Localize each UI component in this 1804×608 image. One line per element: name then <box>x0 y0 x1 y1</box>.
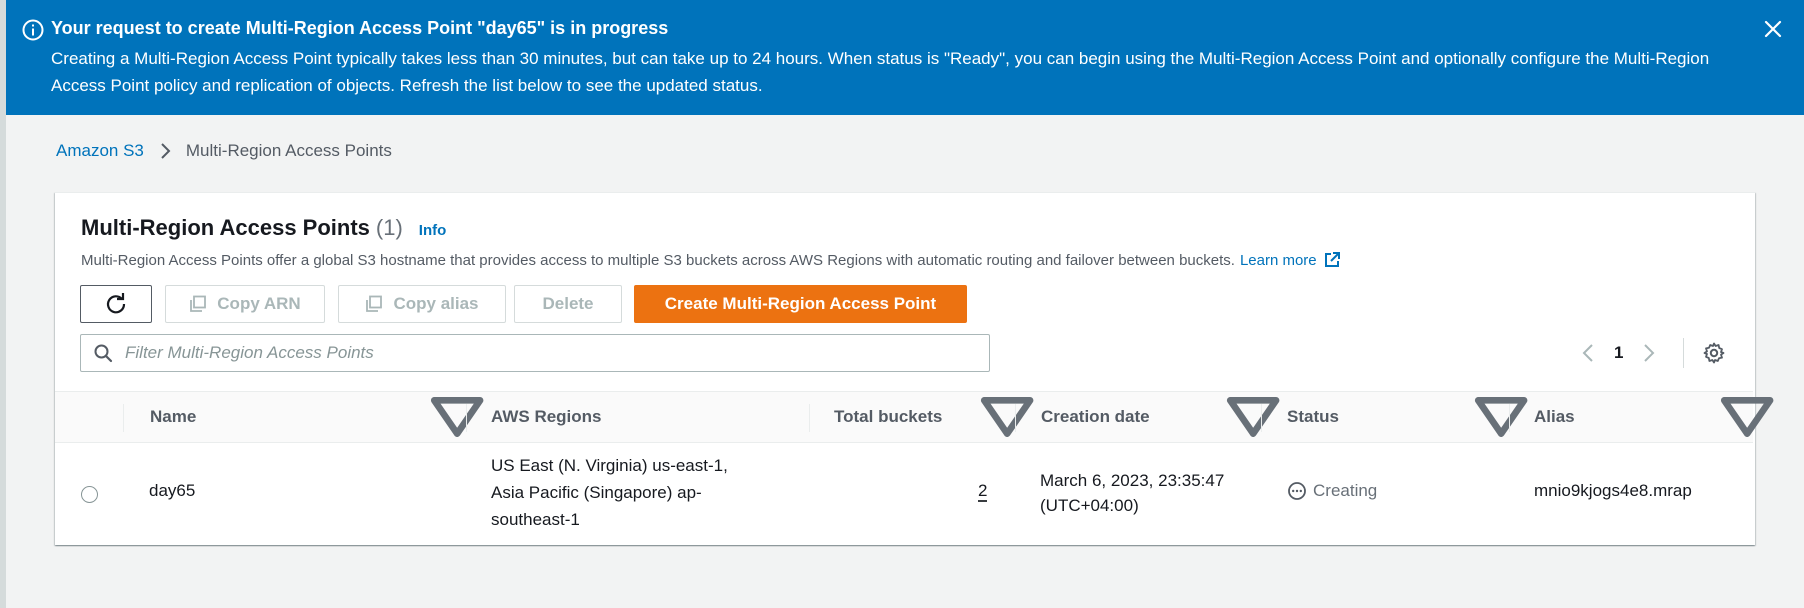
copy-icon <box>366 295 383 312</box>
column-header-creation-date[interactable]: Creation date <box>1041 392 1150 442</box>
column-label: Alias <box>1534 407 1575 426</box>
close-icon[interactable] <box>1762 18 1784 40</box>
chevron-right-icon[interactable] <box>1641 342 1657 364</box>
sort-caret-down-icon[interactable] <box>1718 392 1776 442</box>
column-separator <box>1015 404 1016 432</box>
multi-region-access-points-panel: Multi-Region Access Points (1) Info Mult… <box>55 192 1774 545</box>
refresh-button[interactable] <box>80 285 152 323</box>
column-header-total-buckets[interactable]: Total buckets <box>834 392 942 442</box>
search-icon <box>94 344 113 363</box>
cell-creation-date: March 6, 2023, 23:35:47 (UTC+04:00) <box>1040 471 1225 515</box>
info-link[interactable]: Info <box>419 222 447 239</box>
column-header-alias[interactable]: Alias <box>1534 392 1575 442</box>
flash-message: Creating a Multi-Region Access Point typ… <box>51 49 1710 95</box>
panel-title: Multi-Region Access Points <box>81 215 370 240</box>
table-row: day65 US East (N. Virginia) us-east-1, A… <box>55 443 1753 545</box>
create-multi-region-access-point-button[interactable]: Create Multi-Region Access Point <box>634 285 967 323</box>
column-header-name[interactable]: Name <box>150 392 196 442</box>
column-label: Status <box>1287 407 1339 426</box>
copy-alias-button[interactable]: Copy alias <box>338 285 506 323</box>
cell-name: day65 <box>149 481 196 500</box>
column-label: Name <box>150 407 197 426</box>
copy-alias-label: Copy alias <box>393 294 479 313</box>
sort-caret-down-icon[interactable] <box>1472 392 1530 442</box>
status-pending-icon <box>1288 482 1306 500</box>
status-text: Creating <box>1313 481 1378 500</box>
copy-icon <box>190 295 207 312</box>
panel-description: Multi-Region Access Points offer a globa… <box>81 251 1341 269</box>
column-separator <box>466 404 467 432</box>
copy-arn-label: Copy ARN <box>217 294 301 313</box>
region-line: US East (N. Virginia) us-east-1, <box>491 456 728 475</box>
gear-icon[interactable] <box>1702 341 1726 365</box>
cell-status: Creating <box>1287 481 1377 501</box>
chevron-left-icon[interactable] <box>1580 342 1596 364</box>
column-separator <box>809 404 810 432</box>
sort-caret-down-icon[interactable] <box>978 392 1036 442</box>
search-box <box>80 334 990 372</box>
column-separator <box>1509 404 1510 432</box>
column-label: Creation date <box>1041 407 1150 426</box>
table-header: Name AWS Regions Total buckets Creation … <box>55 391 1774 443</box>
chevron-right-icon <box>161 143 171 159</box>
breadcrumb: Amazon S3 Multi-Region Access Points <box>56 141 392 161</box>
column-separator <box>1261 404 1262 432</box>
row-select-radio[interactable] <box>81 486 98 503</box>
cell-total-buckets[interactable]: 2 <box>978 481 987 501</box>
panel-description-text: Multi-Region Access Points offer a globa… <box>81 251 1235 269</box>
external-link-icon <box>1324 252 1340 267</box>
page-number[interactable]: 1 <box>1614 343 1623 363</box>
panel-header: Multi-Region Access Points (1) Info <box>81 215 446 241</box>
copy-arn-button[interactable]: Copy ARN <box>165 285 325 323</box>
sort-caret-down-icon[interactable] <box>1224 392 1282 442</box>
column-header-status[interactable]: Status <box>1287 392 1339 442</box>
info-circle-icon <box>22 19 44 41</box>
flash-notification: Your request to create Multi-Region Acce… <box>6 0 1804 115</box>
delete-button[interactable]: Delete <box>514 285 622 323</box>
breadcrumb-amazon-s3-link[interactable]: Amazon S3 <box>56 141 144 161</box>
flash-title: Your request to create Multi-Region Acce… <box>51 18 669 38</box>
breadcrumb-current: Multi-Region Access Points <box>185 141 392 160</box>
region-line: Asia Pacific (Singapore) ap-southeast-1 <box>491 483 702 529</box>
learn-more-link[interactable]: Learn more <box>1240 251 1341 269</box>
search-input[interactable] <box>123 342 983 364</box>
pagination: 1 <box>1580 338 1726 368</box>
column-label: AWS Regions <box>491 407 602 426</box>
column-header-aws-regions[interactable]: AWS Regions <box>491 392 602 442</box>
refresh-icon <box>106 293 126 314</box>
sort-caret-down-icon[interactable] <box>428 392 486 442</box>
panel-count: (1) <box>375 215 403 240</box>
column-label: Total buckets <box>834 407 943 426</box>
column-separator <box>123 404 124 432</box>
pager-divider <box>1683 338 1685 368</box>
learn-more-label: Learn more <box>1239 251 1317 269</box>
cell-aws-regions: US East (N. Virginia) us-east-1, Asia Pa… <box>491 452 741 533</box>
cell-alias: mnio9kjogs4e8.mrap <box>1534 481 1692 500</box>
